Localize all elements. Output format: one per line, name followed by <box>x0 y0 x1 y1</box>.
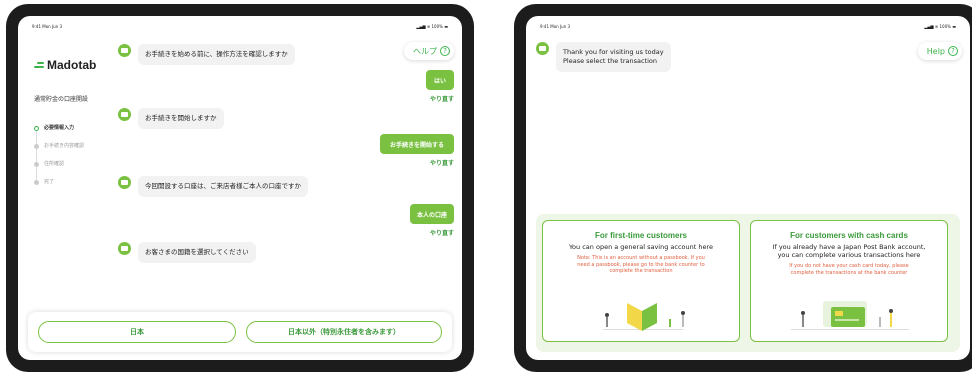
help-button[interactable]: Help ? <box>917 42 962 60</box>
help-label: Help <box>926 46 945 56</box>
procedure-title: 通常貯金の口座開設 <box>34 96 89 103</box>
step-item: 完了 <box>34 178 84 196</box>
step-item: 住所確認 <box>34 160 84 178</box>
nationality-japan-button[interactable]: 日本 <box>38 321 236 343</box>
status-bar: 9:41 Mon Jun 3 ▂▄▆ ≋ 100% ▬ <box>540 24 956 32</box>
first-time-customer-card[interactable]: For first-time customers You can open a … <box>542 220 740 342</box>
step-label: 完了 <box>44 179 55 185</box>
beginner-mark-illustration-icon <box>603 303 685 331</box>
redo-link[interactable]: やり直す <box>430 158 454 167</box>
card-note: Note: This is an account without a passb… <box>577 255 705 275</box>
nationality-other-button[interactable]: 日本以外（特別永住者を含みます） <box>246 321 442 343</box>
bot-message: お手続きを始める前に、操作方法を確認しますか <box>118 44 295 65</box>
redo-link[interactable]: やり直す <box>430 94 454 103</box>
card-subtitle: You can open a general saving account he… <box>568 243 714 251</box>
tablet-right: 9:41 Mon Jun 3 ▂▄▆ ≋ 100% ▬ Help ? Thank… <box>514 4 972 372</box>
message-bubble: お手続きを始める前に、操作方法を確認しますか <box>138 44 295 65</box>
step-active-dot-icon <box>34 126 39 131</box>
step-dot-icon <box>34 180 39 185</box>
tablet-left: 9:41 Mon Jun 3 ▂▄▆ ≋ 100% ▬ Madotab 通常貯金… <box>6 4 474 372</box>
bot-message: お手続きを開始しますか <box>118 108 224 129</box>
bot-avatar-icon <box>118 242 131 255</box>
bot-avatar-icon <box>536 42 549 55</box>
logo-text: Madotab <box>47 58 97 72</box>
card-subtitle: If you already have a Japan Post Bank ac… <box>772 243 926 260</box>
message-bubble: Thank you for visiting us today Please s… <box>556 42 671 72</box>
status-bar: 9:41 Mon Jun 3 ▂▄▆ ≋ 100% ▬ <box>32 24 448 32</box>
bot-avatar-icon <box>118 176 131 189</box>
bot-message: お客さまの国籍を選択してください <box>118 242 256 263</box>
cash-card-illustration-icon <box>791 301 909 330</box>
help-label: ヘルプ <box>413 46 437 56</box>
step-item: 必要情報入力 <box>34 124 84 142</box>
status-time: 9:41 Mon Jun 3 <box>32 24 63 29</box>
status-indicators: ▂▄▆ ≋ 100% ▬ <box>924 24 956 29</box>
bot-avatar-icon <box>118 108 131 121</box>
card-title: For customers with cash cards <box>790 231 908 240</box>
cash-card-customer-card[interactable]: For customers with cash cards If you alr… <box>750 220 948 342</box>
step-label: お手続き内容確認 <box>44 143 85 149</box>
logo-mark-icon <box>34 61 44 69</box>
card-title: For first-time customers <box>594 231 688 240</box>
answer-choice-bar: 日本 日本以外（特別永住者を含みます） <box>28 312 452 352</box>
madotab-logo: Madotab <box>34 58 96 72</box>
reply-start-button[interactable]: お手続きを開始する <box>380 134 454 154</box>
bot-message: 今回開設する口座は、ご来店者様ご本人の口座ですか <box>118 176 308 197</box>
message-bubble: お客さまの国籍を選択してください <box>138 242 256 263</box>
bot-message: Thank you for visiting us today Please s… <box>536 42 671 72</box>
chat-screen-japanese: 9:41 Mon Jun 3 ▂▄▆ ≋ 100% ▬ Madotab 通常貯金… <box>18 16 462 360</box>
message-bubble: お手続きを開始しますか <box>138 108 224 129</box>
step-dot-icon <box>34 144 39 149</box>
question-icon: ? <box>440 46 450 56</box>
step-label: 住所確認 <box>44 161 65 167</box>
transaction-select-screen: 9:41 Mon Jun 3 ▂▄▆ ≋ 100% ▬ Help ? Thank… <box>526 16 970 360</box>
transaction-options-panel: For first-time customers You can open a … <box>536 214 960 352</box>
bot-avatar-icon <box>118 44 131 57</box>
help-button[interactable]: ヘルプ ? <box>404 42 454 60</box>
step-item: お手続き内容確認 <box>34 142 84 160</box>
redo-link[interactable]: やり直す <box>430 228 454 237</box>
question-icon: ? <box>948 46 958 56</box>
step-dot-icon <box>34 162 39 167</box>
status-indicators: ▂▄▆ ≋ 100% ▬ <box>416 24 448 29</box>
reply-yes-button[interactable]: はい <box>426 70 454 90</box>
card-note: If you do not have your cash card today,… <box>789 263 909 276</box>
step-label: 必要情報入力 <box>44 125 75 131</box>
progress-steps: 必要情報入力 お手続き内容確認 住所確認 完了 <box>34 124 84 196</box>
message-bubble: 今回開設する口座は、ご来店者様ご本人の口座ですか <box>138 176 308 197</box>
reply-own-account-button[interactable]: 本人の口座 <box>410 204 454 224</box>
status-time: 9:41 Mon Jun 3 <box>540 24 571 29</box>
